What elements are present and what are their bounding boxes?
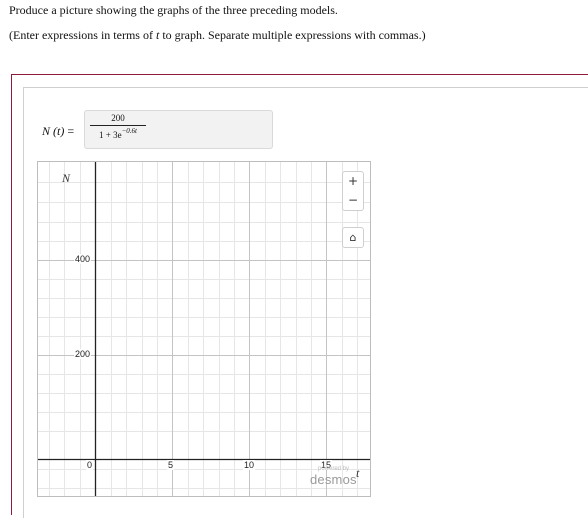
hint-suffix: to graph. Separate multiple expressions … — [159, 28, 426, 42]
zoom-in-button[interactable]: + — [342, 171, 364, 192]
fraction-denominator: 1 + 3e−0.6t — [90, 127, 146, 140]
function-label: N (t) = — [42, 124, 74, 139]
question-instruction: Produce a picture showing the graphs of … — [9, 3, 338, 17]
hint-prefix: (Enter expressions in terms of — [9, 28, 156, 42]
zoom-out-button[interactable]: − — [342, 191, 364, 211]
desmos-logo[interactable]: desmos — [310, 472, 357, 487]
x-tick-label: 5 — [167, 460, 175, 470]
graph-canvas[interactable] — [37, 161, 371, 497]
fraction-numerator: 200 — [111, 113, 125, 123]
equals-sign: = — [67, 124, 75, 138]
minor-gridlines — [38, 162, 370, 496]
question-hint: (Enter expressions in terms of t to grap… — [9, 28, 426, 43]
y-tick-label: 200 — [74, 349, 92, 359]
x-tick-label: 10 — [243, 460, 256, 470]
function-argument: (t) — [53, 124, 65, 138]
x-tick-label: 0 — [86, 460, 94, 470]
denominator-base: 1 + 3e — [99, 130, 122, 140]
fraction-bar — [90, 125, 146, 126]
denominator-exponent: −0.6t — [121, 127, 137, 135]
expression-fraction: 200 1 + 3e−0.6t — [90, 113, 146, 140]
home-icon[interactable]: ⌂ — [342, 227, 364, 248]
y-tick-label: 400 — [74, 254, 92, 264]
function-name: N — [42, 124, 51, 138]
y-axis-label: N — [62, 171, 71, 185]
graph-grid — [38, 162, 370, 496]
